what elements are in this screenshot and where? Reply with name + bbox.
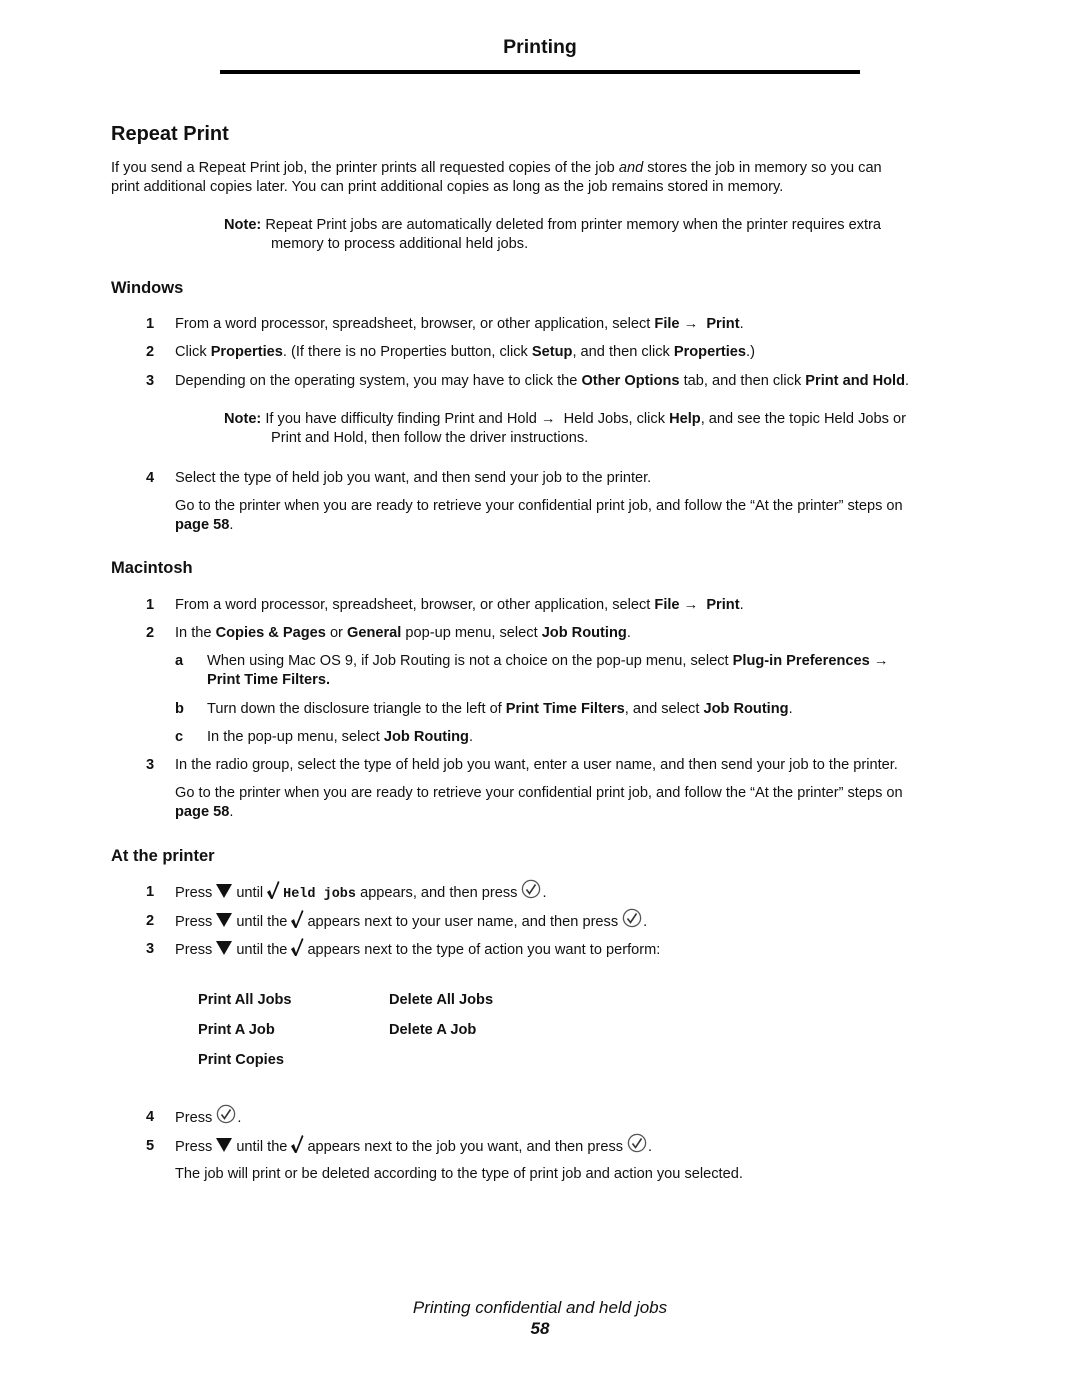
note-print-and-hold: Note: If you have difficulty finding Pri… [224,410,974,448]
mac-step-2: In the Copies & Pages or General pop-up … [175,625,631,641]
section-title: Repeat Print [111,123,229,145]
step-number: 1 [146,884,155,900]
menu-item-held-jobs: Held jobs [283,886,357,902]
step-number: 2 [146,913,155,929]
note-text: Print and Hold, then follow the driver i… [271,430,589,446]
header-rule [220,70,860,74]
substep-letter: a [175,653,184,669]
step-number: 1 [146,316,155,332]
intro-paragraph: If you send a Repeat Print job, the prin… [111,159,971,197]
footer-page-number: 58 [530,1319,550,1338]
down-arrow-button-icon [216,941,233,955]
running-header-title: Printing [503,36,577,58]
checkmark-icon [267,881,280,899]
step-number: 1 [146,597,155,613]
step-number: 5 [146,1138,155,1154]
subsection-title-macintosh: Macintosh [111,559,193,577]
menu-print: Print [706,316,740,332]
page-reference-link[interactable]: page 58 [175,517,229,533]
menu-file: File [654,316,680,332]
step-number: 4 [146,1109,155,1125]
printer-step-2: Press until the appears next to your user … [175,908,975,932]
intro-text: print additional copies later. You can p… [111,179,784,195]
step-number: 3 [146,373,155,389]
windows-step-3: Depending on the operating system, you m… [175,373,910,389]
checkmark-icon [291,938,304,956]
checkmark-icon [291,1135,304,1153]
note-label: Note: [224,411,262,427]
select-button-icon [522,879,541,899]
mac-substep-c: In the pop-up menu, select Job Routing. [207,729,474,745]
arrow-icon: → [683,316,699,332]
note-text: memory to process additional held jobs. [271,236,529,252]
option-delete-all-jobs: Delete All Jobs [389,992,494,1008]
closing-paragraph: The job will print or be deleted accordi… [175,1166,743,1182]
mac-substep-b: Turn down the disclosure triangle to the… [207,701,793,717]
option-delete-a-job: Delete A Job [389,1022,477,1038]
select-button-icon [217,1104,236,1124]
select-button-icon [627,1133,647,1153]
arrow-icon: → [873,653,889,669]
step-number: 3 [146,757,155,773]
windows-step-2: Click Properties. (If there is no Proper… [175,344,755,360]
note-label: Note: [224,217,262,233]
option-print-a-job: Print A Job [198,1022,275,1038]
step-number: 2 [146,344,155,360]
note-repeat-print: Note: Repeat Print jobs are automaticall… [224,216,974,254]
windows-step-1: From a word processor, spreadsheet, brow… [175,316,744,332]
subsection-title-windows: Windows [111,279,184,297]
select-button-icon [622,908,642,928]
subsection-title-at-printer: At the printer [111,847,215,865]
windows-step-4: Select the type of held job you want, an… [175,470,652,486]
intro-text: stores the job in memory so you can [643,160,882,176]
note-text: Repeat Print jobs are automatically dele… [265,217,882,233]
footer-chapter-title: Printing confidential and held jobs [412,1298,668,1317]
printer-step-5: Press until the appears next to the job yo… [175,1133,975,1157]
printer-step-1: Press until Held jobs appears, and then pr… [175,879,975,904]
mac-step-1: From a word processor, spreadsheet, brow… [175,597,744,613]
down-arrow-button-icon [216,913,233,927]
substep-letter: b [175,701,184,717]
substep-letter: c [175,729,184,745]
windows-goto-paragraph: Go to the printer when you are ready to … [175,498,903,533]
step-number: 3 [146,941,155,957]
printer-step-4: Press. [175,1104,975,1128]
option-print-copies: Print Copies [198,1052,284,1068]
arrow-icon: → [683,597,699,613]
page-reference-link[interactable]: page 58 [175,804,229,820]
arrow-icon: → [540,411,556,427]
intro-emphasis: and [618,160,644,176]
mac-goto-paragraph: Go to the printer when you are ready to … [175,785,903,820]
down-arrow-button-icon [216,1138,233,1152]
mac-step-3: In the radio group, select the type of h… [175,757,898,773]
option-print-all-jobs: Print All Jobs [198,992,292,1008]
mac-substep-a: When using Mac OS 9, if Job Routing is n… [207,653,889,688]
step-number: 4 [146,470,155,486]
checkmark-icon [291,910,304,928]
down-arrow-button-icon [216,884,233,898]
intro-text: If you send a Repeat Print job, the prin… [111,160,619,176]
step-number: 2 [146,625,155,641]
printer-step-3: Press until the appears next to the type o… [175,938,975,960]
